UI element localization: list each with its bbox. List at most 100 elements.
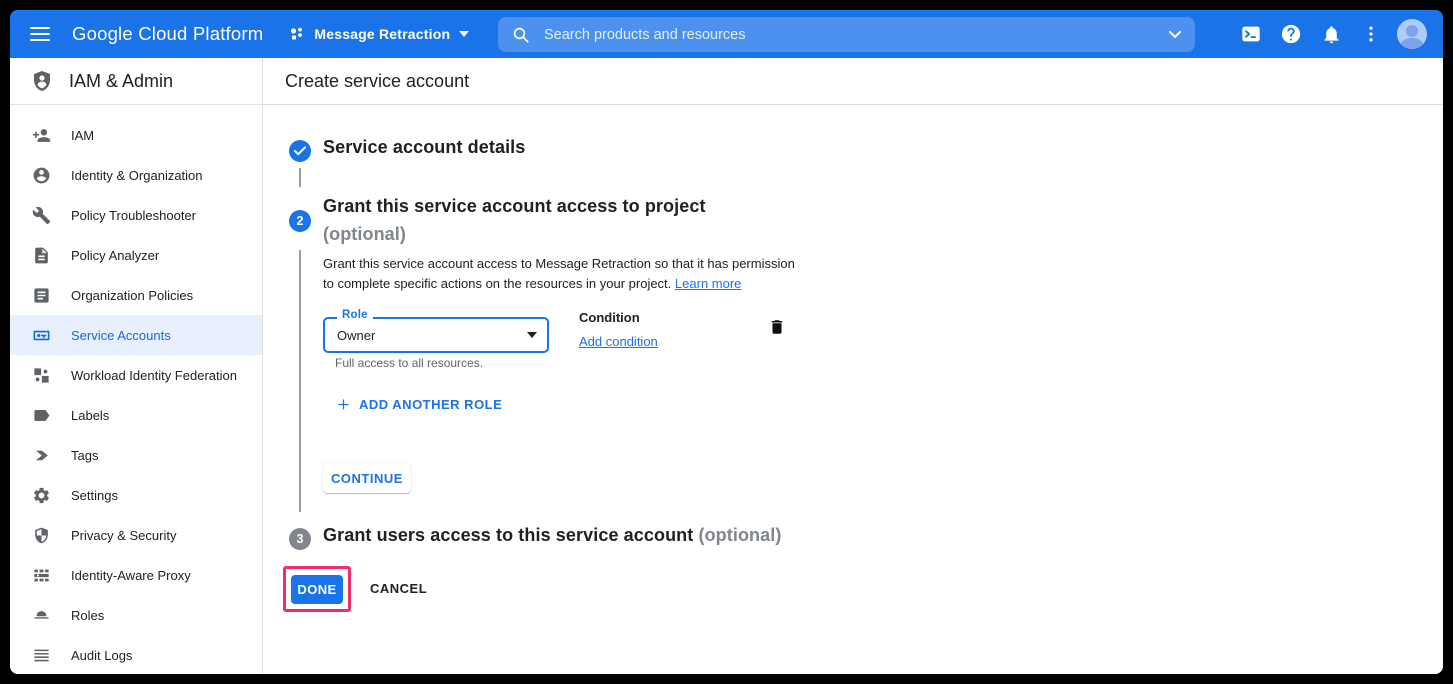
- cloud-shell-button[interactable]: [1231, 14, 1271, 54]
- sidebar-item-privacy-security[interactable]: Privacy & Security: [10, 515, 262, 555]
- done-button[interactable]: DONE: [291, 575, 343, 604]
- create-service-account-form: Service account details 2 Grant this ser…: [263, 104, 1443, 674]
- help-button[interactable]: [1271, 14, 1311, 54]
- sidebar-item-label: Service Accounts: [71, 328, 171, 343]
- main-panel: Create service account Service account d…: [263, 58, 1443, 674]
- browser-viewport: Google Cloud Platform Message Retraction: [10, 10, 1443, 674]
- step2-optional-label: (optional): [323, 224, 406, 245]
- notifications-button[interactable]: [1311, 14, 1351, 54]
- step3-optional-label: (optional): [698, 525, 781, 545]
- page-header: Create service account: [263, 58, 1443, 105]
- person-circle-icon: [32, 166, 51, 185]
- more-options-button[interactable]: [1351, 14, 1391, 54]
- sidebar-item-audit-logs[interactable]: Audit Logs: [10, 635, 262, 674]
- sidebar-item-label: Workload Identity Federation: [71, 368, 237, 383]
- sidebar-item-identity-aware-proxy[interactable]: Identity-Aware Proxy: [10, 555, 262, 595]
- sidebar-item-label: IAM: [71, 128, 94, 143]
- role-helper-text: Full access to all resources.: [335, 356, 483, 370]
- sidebar-item-organization-policies[interactable]: Organization Policies: [10, 275, 262, 315]
- gcp-logo[interactable]: Google Cloud Platform: [72, 23, 263, 45]
- sidebar-item-iam[interactable]: IAM: [10, 115, 262, 155]
- sidebar-item-service-accounts[interactable]: Service Accounts: [10, 315, 262, 355]
- hamburger-menu-button[interactable]: [22, 16, 58, 52]
- avatar[interactable]: [1397, 19, 1427, 49]
- delete-role-button[interactable]: [768, 317, 786, 340]
- role-select[interactable]: Role Owner: [323, 317, 549, 353]
- notifications-icon: [1321, 24, 1342, 45]
- continue-button[interactable]: CONTINUE: [323, 463, 411, 493]
- stepper-connector: [299, 168, 301, 187]
- help-icon: [1280, 23, 1302, 45]
- list-lines-icon: [32, 646, 51, 665]
- role-selected-value: Owner: [337, 328, 527, 343]
- sidebar-item-label: Identity-Aware Proxy: [71, 568, 191, 583]
- iam-admin-sidebar: IAM & Admin IAM Identity & Organization …: [10, 58, 263, 674]
- wrench-icon: [32, 206, 51, 225]
- shield-person-icon: [30, 69, 54, 93]
- step3-indicator: 3: [289, 528, 311, 550]
- chevron-down-icon: [459, 31, 469, 37]
- step2-description: Grant this service account access to Mes…: [323, 254, 795, 294]
- condition-label: Condition: [579, 310, 640, 325]
- sidebar-item-label: Policy Analyzer: [71, 248, 159, 263]
- step2-indicator: 2: [289, 210, 311, 232]
- sidebar-title: IAM & Admin: [69, 71, 173, 92]
- check-circle-icon: [294, 146, 306, 156]
- sidebar-item-label: Identity & Organization: [71, 168, 203, 183]
- page-title: Create service account: [285, 71, 469, 92]
- sidebar-item-label: Audit Logs: [71, 648, 132, 663]
- sidebar-item-labels[interactable]: Labels: [10, 395, 262, 435]
- sidebar-item-label: Organization Policies: [71, 288, 193, 303]
- search-icon: [512, 26, 530, 44]
- learn-more-link[interactable]: Learn more: [675, 276, 741, 291]
- search-expand-chevron-icon[interactable]: [1169, 31, 1181, 39]
- sidebar-item-policy-troubleshooter[interactable]: Policy Troubleshooter: [10, 195, 262, 235]
- article-icon: [32, 286, 51, 305]
- more-vert-icon: [1361, 24, 1381, 44]
- dropdown-arrow-icon: [527, 332, 537, 338]
- sidebar-item-label: Settings: [71, 488, 118, 503]
- sidebar-item-label: Roles: [71, 608, 104, 623]
- project-selector[interactable]: Message Retraction: [289, 26, 469, 42]
- sidebar-item-policy-analyzer[interactable]: Policy Analyzer: [10, 235, 262, 275]
- cancel-button[interactable]: CANCEL: [370, 574, 427, 603]
- sidebar-item-roles[interactable]: Roles: [10, 595, 262, 635]
- search-input[interactable]: [542, 26, 1169, 44]
- add-another-role-button[interactable]: ADD ANOTHER ROLE: [336, 397, 502, 412]
- sidebar-item-label: Policy Troubleshooter: [71, 208, 196, 223]
- topbar-actions: [1231, 10, 1427, 58]
- plus-icon: [336, 397, 351, 412]
- sidebar-header: IAM & Admin: [10, 58, 262, 105]
- stepper-connector: [299, 250, 301, 512]
- trash-icon: [768, 317, 786, 337]
- label-icon: [32, 406, 51, 425]
- step2-title[interactable]: Grant this service account access to pro…: [323, 196, 706, 217]
- screenshot-frame: Google Cloud Platform Message Retraction: [0, 0, 1453, 684]
- gear-icon: [32, 486, 51, 505]
- shield-icon: [32, 526, 51, 545]
- sidebar-item-workload-identity-federation[interactable]: Workload Identity Federation: [10, 355, 262, 395]
- step3-title[interactable]: Grant users access to this service accou…: [323, 525, 781, 546]
- done-button-highlight: DONE: [283, 566, 351, 612]
- sidebar-item-identity-organization[interactable]: Identity & Organization: [10, 155, 262, 195]
- sidebar-item-label: Privacy & Security: [71, 528, 176, 543]
- topbar-search[interactable]: [498, 17, 1195, 52]
- step1-title[interactable]: Service account details: [323, 137, 525, 158]
- document-lines-icon: [32, 246, 51, 265]
- role-field-wrapper: Role Owner: [323, 317, 549, 353]
- project-name: Message Retraction: [314, 26, 450, 42]
- service-account-key-icon: [32, 326, 51, 345]
- project-icon: [289, 26, 305, 42]
- squares-dots-icon: [32, 366, 51, 385]
- step1-complete-indicator: [289, 140, 311, 162]
- proxy-layers-icon: [32, 566, 51, 585]
- sidebar-item-tags[interactable]: Tags: [10, 435, 262, 475]
- sidebar-nav: IAM Identity & Organization Policy Troub…: [10, 105, 262, 674]
- person-add-icon: [32, 126, 51, 145]
- add-condition-link[interactable]: Add condition: [579, 334, 658, 349]
- role-field-label: Role: [337, 309, 373, 321]
- gcp-topbar: Google Cloud Platform Message Retraction: [10, 10, 1443, 58]
- hamburger-icon: [30, 27, 50, 29]
- hat-icon: [32, 606, 51, 625]
- sidebar-item-settings[interactable]: Settings: [10, 475, 262, 515]
